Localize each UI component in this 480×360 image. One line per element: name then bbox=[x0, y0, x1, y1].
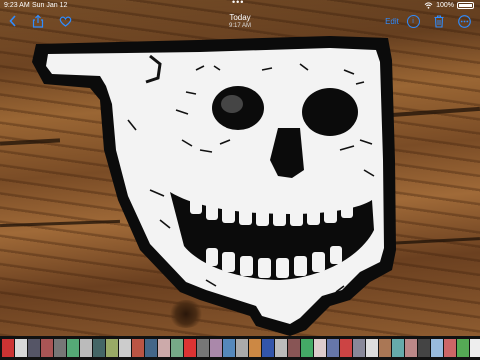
thumbnail[interactable] bbox=[119, 339, 131, 357]
share-icon bbox=[32, 14, 44, 28]
heart-icon bbox=[59, 16, 71, 27]
wifi-icon bbox=[424, 2, 433, 9]
photos-viewer-screen: 9:23 AM Sun Jan 12 ••• 100% Today 9:17 A… bbox=[0, 0, 480, 360]
status-right: 100% bbox=[424, 0, 474, 11]
thumbnail[interactable] bbox=[80, 339, 92, 357]
thumbnail[interactable] bbox=[132, 339, 144, 357]
thumbnail[interactable] bbox=[353, 339, 365, 357]
right-eye-socket bbox=[302, 88, 358, 136]
left-eye-highlight bbox=[221, 95, 243, 113]
thumbnail[interactable] bbox=[327, 339, 339, 357]
trash-icon bbox=[434, 14, 444, 28]
ellipsis-icon bbox=[457, 14, 471, 28]
delete-button[interactable] bbox=[432, 13, 446, 29]
back-button[interactable] bbox=[6, 13, 20, 29]
thumbnail[interactable] bbox=[314, 339, 326, 357]
nav-bar: Today 9:17 AM Edit i bbox=[0, 11, 480, 33]
thumbnail[interactable] bbox=[431, 339, 443, 357]
info-button[interactable]: i bbox=[406, 13, 420, 29]
edit-button[interactable]: Edit bbox=[384, 13, 400, 29]
thumbnail[interactable] bbox=[405, 339, 417, 357]
thumbnail[interactable] bbox=[184, 339, 196, 357]
thumbnail[interactable] bbox=[236, 339, 248, 357]
status-bar: 9:23 AM Sun Jan 12 ••• 100% bbox=[0, 0, 480, 11]
status-date: Sun Jan 12 bbox=[32, 2, 68, 9]
chevron-left-icon bbox=[9, 15, 16, 27]
thumbnail[interactable] bbox=[93, 339, 105, 357]
nav-title: Today bbox=[229, 13, 251, 22]
multitasking-dots[interactable]: ••• bbox=[232, 0, 244, 8]
thumbnail[interactable] bbox=[171, 339, 183, 357]
thumbnail[interactable] bbox=[197, 339, 209, 357]
thumbnail[interactable] bbox=[262, 339, 274, 357]
thumbnail[interactable] bbox=[54, 339, 66, 357]
thumbnail[interactable] bbox=[158, 339, 170, 357]
info-icon: i bbox=[406, 14, 420, 28]
thumbnail[interactable] bbox=[223, 339, 235, 357]
battery-percent: 100% bbox=[436, 2, 454, 9]
thumbnail[interactable] bbox=[67, 339, 79, 357]
thumbnail[interactable] bbox=[210, 339, 222, 357]
thumbnail[interactable] bbox=[2, 339, 14, 357]
thumbnail[interactable] bbox=[288, 339, 300, 357]
more-button[interactable] bbox=[456, 13, 472, 29]
thumbnail[interactable] bbox=[457, 339, 469, 357]
photo-view[interactable] bbox=[0, 0, 480, 336]
thumbnail[interactable] bbox=[41, 339, 53, 357]
nav-subtitle: 9:17 AM bbox=[228, 23, 251, 29]
thumbnail-strip[interactable] bbox=[0, 336, 480, 360]
thumbnail[interactable] bbox=[106, 339, 118, 357]
thumbnail[interactable] bbox=[301, 339, 313, 357]
skull-sticker-icon bbox=[32, 36, 396, 336]
thumbnail[interactable] bbox=[366, 339, 378, 357]
thumbnail[interactable] bbox=[379, 339, 391, 357]
thumbnail[interactable] bbox=[275, 339, 287, 357]
thumbnail[interactable] bbox=[28, 339, 40, 357]
thumbnail[interactable] bbox=[470, 339, 480, 357]
share-button[interactable] bbox=[30, 13, 46, 29]
thumbnail[interactable] bbox=[15, 339, 27, 357]
thumbnail[interactable] bbox=[392, 339, 404, 357]
status-time: 9:23 AM bbox=[4, 2, 30, 9]
thumbnail[interactable] bbox=[145, 339, 157, 357]
thumbnail[interactable] bbox=[249, 339, 261, 357]
battery-icon bbox=[457, 2, 474, 9]
favorite-button[interactable] bbox=[57, 13, 73, 29]
nav-title-block: Today 9:17 AM bbox=[190, 13, 290, 30]
thumbnail[interactable] bbox=[444, 339, 456, 357]
thumbnail[interactable] bbox=[340, 339, 352, 357]
thumbnail[interactable] bbox=[418, 339, 430, 357]
